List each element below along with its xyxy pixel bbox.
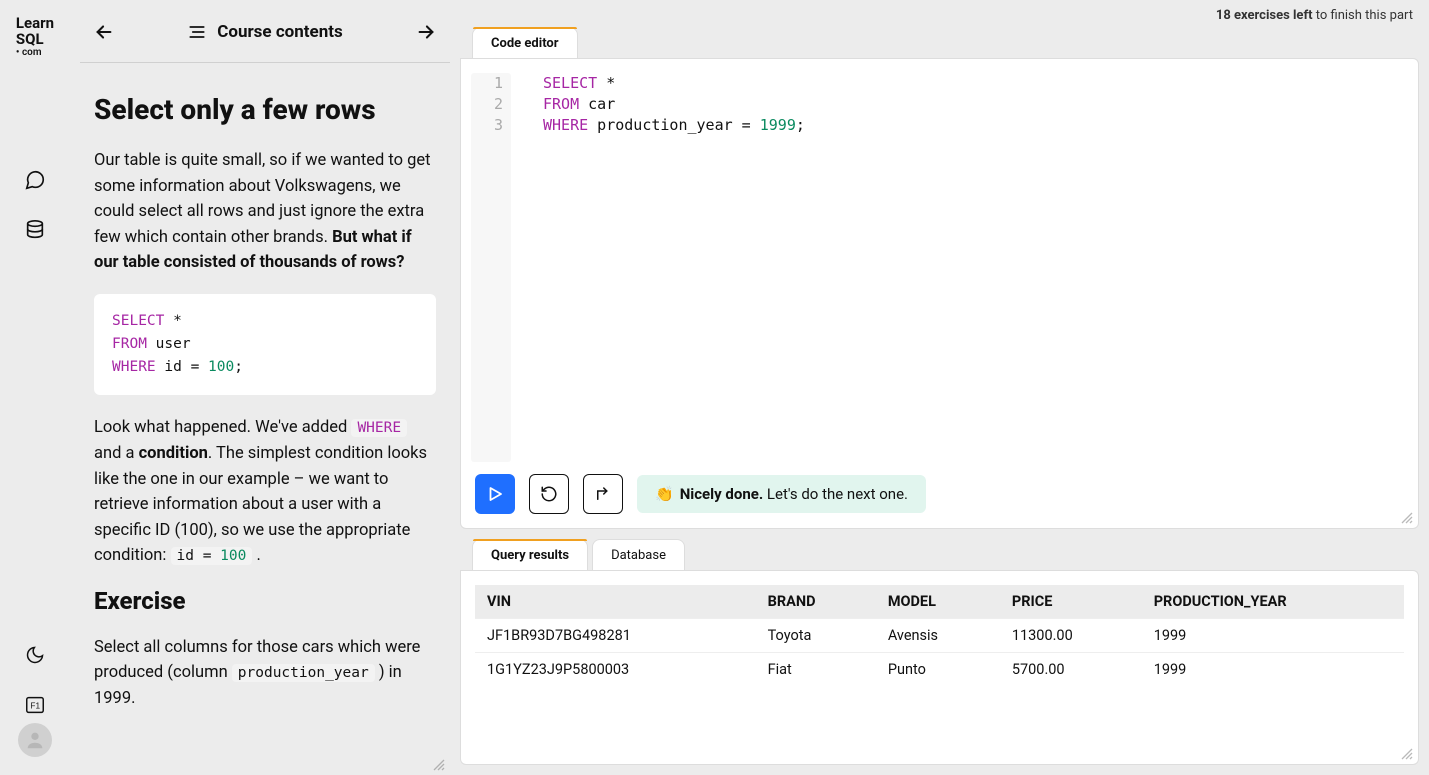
- next-button[interactable]: [412, 18, 440, 46]
- brand-line3: • com: [16, 48, 54, 59]
- lesson-code-example: SELECT * FROM user WHERE id = 100;: [94, 294, 436, 396]
- table-header-row: VIN BRAND MODEL PRICE PRODUCTION_YEAR: [475, 585, 1404, 619]
- code-editor-panel: 123 SELECT * FROM car WHERE production_y…: [460, 58, 1419, 529]
- table-row: JF1BR93D7BG498281 Toyota Avensis 11300.0…: [475, 619, 1404, 653]
- course-contents-label: Course contents: [217, 22, 343, 42]
- editor-tabs: Code editor: [460, 27, 1419, 58]
- avatar[interactable]: [18, 723, 52, 757]
- arrow-right-turn-icon: [594, 485, 612, 503]
- brand-line2: SQL: [16, 32, 54, 48]
- tab-database[interactable]: Database: [592, 539, 685, 570]
- results-tabs: Query results Database: [460, 539, 1419, 570]
- exercise-text: Select all columns for those cars which …: [94, 635, 436, 712]
- brand-logo[interactable]: Learn SQL • com: [16, 10, 54, 78]
- editor-resize-handle[interactable]: [1400, 510, 1414, 524]
- database-icon[interactable]: [17, 212, 53, 248]
- editor-toolbar: 👏 Nicely done. Let's do the next one.: [461, 462, 1418, 528]
- left-rail: Learn SQL • com F1: [0, 0, 70, 775]
- play-icon: [486, 485, 504, 503]
- code-content[interactable]: SELECT * FROM car WHERE production_year …: [511, 73, 805, 462]
- workspace-column: 18 exercises left to finish this part Co…: [460, 0, 1429, 775]
- lesson-paragraph-2: Look what happened. We've added WHERE an…: [94, 415, 436, 568]
- feedback-banner: 👏 Nicely done. Let's do the next one.: [637, 475, 926, 513]
- results-table: VIN BRAND MODEL PRICE PRODUCTION_YEAR JF…: [475, 585, 1404, 686]
- keyboard-f1-icon[interactable]: F1: [17, 687, 53, 723]
- lesson-body: Select only a few rows Our table is quit…: [80, 63, 450, 775]
- clap-icon: 👏: [655, 485, 674, 503]
- chat-icon[interactable]: [17, 162, 53, 198]
- lesson-resize-handle[interactable]: [432, 757, 446, 771]
- course-contents-button[interactable]: Course contents: [187, 22, 343, 42]
- table-row: 1G1YZ23J9P5800003 Fiat Punto 5700.00 199…: [475, 653, 1404, 687]
- reset-button[interactable]: [529, 474, 569, 514]
- col-production-year: PRODUCTION_YEAR: [1142, 585, 1404, 619]
- lesson-column: Course contents Select only a few rows O…: [70, 0, 460, 775]
- col-vin: VIN: [475, 585, 756, 619]
- col-brand: BRAND: [756, 585, 876, 619]
- progress-indicator: 18 exercises left to finish this part: [460, 8, 1419, 27]
- results-panel: VIN BRAND MODEL PRICE PRODUCTION_YEAR JF…: [460, 570, 1419, 765]
- lesson-nav: Course contents: [80, 10, 450, 63]
- share-button[interactable]: [583, 474, 623, 514]
- lesson-paragraph-1: Our table is quite small, so if we wante…: [94, 148, 436, 276]
- col-model: MODEL: [876, 585, 1000, 619]
- undo-icon: [540, 485, 558, 503]
- col-price: PRICE: [1000, 585, 1142, 619]
- tab-code-editor[interactable]: Code editor: [472, 27, 578, 58]
- run-button[interactable]: [475, 474, 515, 514]
- code-editor[interactable]: 123 SELECT * FROM car WHERE production_y…: [461, 59, 1418, 462]
- tab-query-results[interactable]: Query results: [472, 539, 588, 570]
- svg-text:F1: F1: [30, 702, 40, 711]
- lesson-title: Select only a few rows: [94, 93, 436, 126]
- results-resize-handle[interactable]: [1400, 746, 1414, 760]
- line-gutter: 123: [471, 73, 511, 462]
- results-section: Query results Database VIN BRAND MODEL P…: [460, 539, 1419, 765]
- prev-button[interactable]: [90, 18, 118, 46]
- menu-icon: [187, 22, 207, 42]
- exercise-heading: Exercise: [94, 587, 436, 615]
- moon-icon[interactable]: [17, 637, 53, 673]
